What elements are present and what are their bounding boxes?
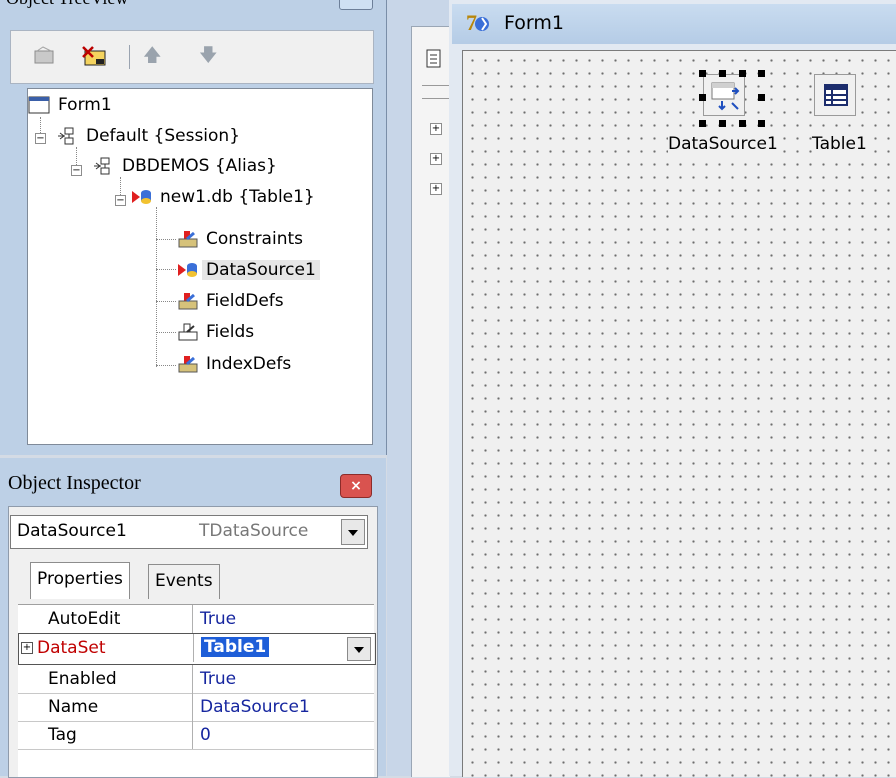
tree-node-new1-db[interactable]: new1.db {Table1} [130, 183, 319, 211]
tree-node-default-session[interactable]: Default {Session} [56, 122, 244, 150]
datasource-icon [176, 260, 198, 280]
property-value[interactable]: True [200, 609, 236, 629]
property-divider [192, 665, 193, 693]
session-icon [56, 126, 78, 146]
property-name: Tag [48, 725, 77, 745]
property-name: Enabled [48, 669, 117, 689]
property-row-enabled[interactable]: Enabled True [18, 665, 374, 694]
code-editor-gutter: + + + [411, 26, 450, 777]
tree-node-fielddefs[interactable]: FieldDefs [176, 287, 288, 315]
expand-code-block-icon[interactable]: + [430, 123, 442, 135]
tree-node-indexdefs[interactable]: IndexDefs [176, 350, 295, 378]
property-name: AutoEdit [48, 609, 121, 629]
tree-connector [156, 239, 176, 240]
selection-handle[interactable] [758, 94, 765, 101]
editor-divider [422, 85, 450, 99]
tree-connector [156, 301, 176, 302]
selection-handle[interactable] [699, 94, 706, 101]
fields-icon [176, 322, 198, 342]
collapse-new1-db[interactable]: − [115, 195, 126, 206]
selection-handle[interactable] [739, 120, 746, 127]
treeview-close-button[interactable] [339, 0, 373, 10]
component-label-table1: Table1 [812, 134, 867, 154]
property-divider [192, 693, 193, 721]
property-value[interactable]: DataSource1 [200, 697, 310, 717]
move-up-icon[interactable]: 🡅 [143, 43, 162, 73]
tree-connector [156, 207, 157, 367]
tree-connector [156, 365, 176, 366]
expand-code-block-icon[interactable]: + [430, 183, 442, 195]
tree-node-form1[interactable]: Form1 [28, 91, 116, 119]
property-row-autoedit[interactable]: AutoEdit True [18, 605, 374, 634]
chevron-down-icon[interactable] [347, 637, 371, 661]
object-tree: − − − Form1 Default {Session} DBDEMOS {A… [27, 88, 373, 445]
property-row-tag[interactable]: Tag 0 [18, 721, 374, 750]
property-divider [193, 634, 194, 662]
chevron-down-icon[interactable] [341, 519, 365, 545]
datasource-icon [711, 82, 740, 111]
property-divider [192, 721, 193, 749]
table-component-icon [130, 187, 152, 207]
toolbar-separator [129, 45, 130, 69]
property-row-name[interactable]: Name DataSource1 [18, 693, 374, 722]
expand-code-block-icon[interactable]: + [430, 153, 442, 165]
selection-handle[interactable] [758, 120, 765, 127]
tree-node-datasource1[interactable]: DataSource1 [176, 256, 320, 284]
fielddefs-icon [176, 291, 198, 311]
delphi-form-icon: 7 [466, 10, 492, 36]
treeview-title: Object TreeView [6, 0, 128, 9]
dataset-value-input[interactable]: Table1 [201, 637, 270, 657]
property-grid: AutoEdit True + DataSet Table1 Enabled T… [18, 604, 376, 777]
tree-node-fields[interactable]: Fields [176, 318, 258, 346]
tree-node-constraints[interactable]: Constraints [176, 225, 307, 253]
property-row-dataset[interactable]: + DataSet Table1 [18, 633, 376, 665]
inspector-title: Object Inspector [8, 472, 141, 494]
form-client-area[interactable] [462, 50, 896, 777]
component-selector[interactable]: DataSource1 TDataSource [10, 515, 368, 549]
selection-handle[interactable] [699, 70, 706, 77]
table-component[interactable] [814, 74, 856, 116]
tab-properties[interactable]: Properties [30, 562, 130, 599]
constraints-icon [176, 229, 198, 249]
tree-node-dbdemos-alias[interactable]: DBDEMOS {Alias} [92, 152, 281, 180]
expand-property-icon[interactable]: + [21, 642, 33, 654]
treeview-toolbar: 🡅 🡇 [10, 30, 374, 84]
property-divider [192, 605, 193, 633]
selection-handle[interactable] [719, 70, 726, 77]
indexdefs-icon [176, 354, 198, 374]
component-type: TDataSource [199, 521, 309, 541]
property-value[interactable]: True [200, 669, 236, 689]
delete-item-icon[interactable] [81, 45, 106, 66]
table-icon [824, 84, 848, 106]
alias-icon [92, 156, 114, 176]
datasource-component[interactable] [703, 74, 745, 116]
component-label-datasource1: DataSource1 [668, 134, 778, 154]
component-name: DataSource1 [17, 521, 127, 541]
selection-handle[interactable] [699, 120, 706, 127]
new-item-icon[interactable] [33, 45, 55, 65]
tree-connector [156, 269, 176, 270]
tree-connector [156, 332, 176, 333]
form-caption: Form1 [504, 12, 564, 34]
tab-events[interactable]: Events [148, 564, 220, 599]
tree-connector [76, 147, 77, 167]
form-icon [28, 95, 50, 115]
selection-handle[interactable] [758, 70, 765, 77]
inspector-close-button[interactable]: × [340, 474, 372, 498]
selection-handle[interactable] [719, 120, 726, 127]
property-name: Name [48, 697, 99, 717]
document-icon[interactable] [426, 49, 442, 73]
property-name: DataSet [37, 638, 106, 658]
collapse-default-session[interactable]: − [35, 133, 46, 144]
move-down-icon[interactable]: 🡇 [199, 43, 218, 73]
selection-handle[interactable] [739, 70, 746, 77]
collapse-dbdemos-alias[interactable]: − [71, 165, 82, 176]
property-value[interactable]: 0 [200, 725, 211, 745]
